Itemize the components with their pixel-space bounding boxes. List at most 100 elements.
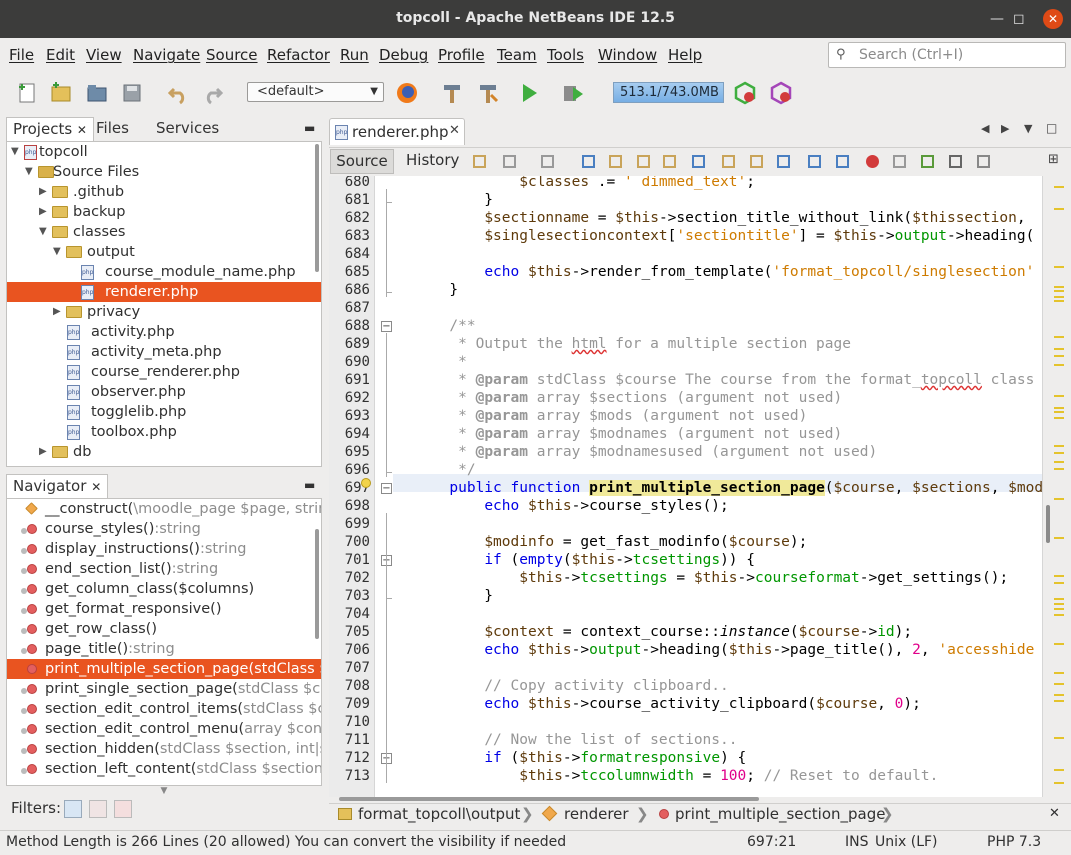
maximize-editor-icon[interactable]: □: [1046, 121, 1057, 135]
uncomment-icon[interactable]: [949, 155, 962, 168]
profile-settings-icon[interactable]: [769, 81, 793, 105]
maximize-button[interactable]: ◻: [1013, 11, 1025, 27]
stripe-marker[interactable]: [1054, 608, 1064, 610]
code-editor[interactable]: 680 681 682 683 684 685 686 687 688 689 690 691 692 6…: [329, 176, 1042, 797]
back-icon[interactable]: [503, 155, 516, 168]
new-file-icon[interactable]: [15, 81, 39, 105]
debug-icon[interactable]: [561, 81, 585, 105]
browser-icon[interactable]: [395, 81, 419, 105]
stripe-marker[interactable]: [1054, 614, 1064, 616]
menu-navigate[interactable]: Navigate: [133, 46, 200, 64]
navigator-resize-handle[interactable]: ▼: [6, 786, 322, 800]
tab-services[interactable]: Services: [156, 117, 219, 141]
collapsed-arrow-icon[interactable]: ▶: [39, 442, 47, 462]
fold-toggle-doc[interactable]: −: [381, 321, 392, 332]
line-endings[interactable]: Unix (LF): [875, 831, 938, 853]
tree-item[interactable]: ▼ php topcoll: [7, 142, 321, 162]
expanded-arrow-icon[interactable]: ▼: [53, 242, 61, 262]
menu-profile[interactable]: Profile: [438, 46, 485, 64]
error-stripe[interactable]: [1042, 176, 1071, 797]
forward-icon[interactable]: [541, 155, 554, 168]
menu-view[interactable]: View: [86, 46, 122, 64]
filter-nonpublic-toggle[interactable]: [114, 800, 132, 818]
caret-position[interactable]: 697:21: [747, 831, 796, 853]
stripe-marker[interactable]: [1054, 286, 1064, 288]
tab-projects[interactable]: Projects ✕: [6, 117, 94, 141]
stripe-marker[interactable]: [1054, 296, 1064, 298]
navigator-item[interactable]: print_multiple_section_page(stdClass $: [7, 659, 321, 679]
configuration-select[interactable]: <default> ▼: [247, 82, 384, 102]
tree-item[interactable]: ▶ .github: [7, 182, 321, 202]
save-all-icon[interactable]: [120, 81, 144, 105]
undo-icon[interactable]: [166, 81, 190, 105]
tree-item[interactable]: ▼ classes: [7, 222, 321, 242]
clean-build-icon[interactable]: [476, 81, 500, 105]
expanded-arrow-icon[interactable]: ▼: [25, 162, 33, 182]
stop-macro-icon[interactable]: [893, 155, 906, 168]
history-view-button[interactable]: History: [406, 149, 459, 172]
redo-icon[interactable]: [201, 81, 225, 105]
navigator-item[interactable]: get_format_responsive(): [7, 599, 321, 619]
stripe-marker[interactable]: [1054, 672, 1064, 674]
profile-icon[interactable]: [733, 81, 757, 105]
stripe-marker[interactable]: [1054, 336, 1064, 338]
previous-bookmark-icon[interactable]: [722, 155, 735, 168]
comment-icon[interactable]: [921, 155, 934, 168]
tree-item[interactable]: php course_module_name.php: [7, 262, 321, 282]
stripe-marker[interactable]: [1054, 683, 1064, 685]
close-icon[interactable]: ✕: [449, 123, 460, 138]
next-bookmark-icon[interactable]: [750, 155, 763, 168]
breadcrumb-namespace[interactable]: format_topcoll\output: [358, 804, 520, 824]
stripe-marker[interactable]: [1054, 300, 1064, 302]
stripe-marker[interactable]: [1054, 395, 1064, 397]
navigator-item[interactable]: display_instructions():string: [7, 539, 321, 559]
show-opened-documents-icon[interactable]: ▼: [1024, 122, 1032, 135]
menu-tools[interactable]: Tools: [547, 46, 584, 64]
menu-edit[interactable]: Edit: [46, 46, 75, 64]
stripe-marker[interactable]: [1054, 575, 1064, 577]
toggle-highlight-icon[interactable]: [692, 155, 705, 168]
navigator-item[interactable]: page_title():string: [7, 639, 321, 659]
stripe-marker[interactable]: [1054, 452, 1064, 454]
scroll-tabs-left-icon[interactable]: ◀: [981, 122, 989, 135]
stripe-marker[interactable]: [1054, 290, 1064, 292]
menu-run[interactable]: Run: [340, 46, 369, 64]
stripe-scroll-thumb[interactable]: [1046, 505, 1050, 543]
navigator-item[interactable]: get_column_class($columns): [7, 579, 321, 599]
stripe-marker[interactable]: [1054, 537, 1064, 539]
collapsed-arrow-icon[interactable]: ▶: [39, 202, 47, 222]
memory-indicator[interactable]: 513.1/743.0MB: [613, 82, 724, 103]
minimize-panel-icon[interactable]: ▬: [304, 117, 315, 141]
tree-item[interactable]: php observer.php: [7, 382, 321, 402]
navigator-item[interactable]: section_edit_control_items(stdClass $c: [7, 699, 321, 719]
stripe-marker[interactable]: [1054, 355, 1064, 357]
stripe-marker[interactable]: [1054, 582, 1064, 584]
filter-fields-toggle[interactable]: [64, 800, 82, 818]
run-icon[interactable]: [517, 81, 541, 105]
find-previous-icon[interactable]: [609, 155, 622, 168]
menu-source[interactable]: Source: [206, 46, 258, 64]
stripe-marker[interactable]: [1054, 598, 1064, 600]
stripe-marker[interactable]: [1054, 266, 1064, 268]
split-editor-icon[interactable]: ⊞: [1048, 152, 1059, 167]
stripe-marker[interactable]: [1054, 445, 1064, 447]
menu-debug[interactable]: Debug: [379, 46, 428, 64]
tab-navigator[interactable]: Navigator ✕: [6, 474, 109, 498]
fold-toggle-function[interactable]: −: [381, 483, 392, 494]
tree-item[interactable]: php activity_meta.php: [7, 342, 321, 362]
last-edit-icon[interactable]: [473, 155, 486, 168]
stripe-marker[interactable]: [1054, 643, 1064, 645]
minimize-button[interactable]: —: [990, 11, 1004, 27]
collapsed-arrow-icon[interactable]: ▶: [53, 302, 61, 322]
navigator-item[interactable]: section_edit_control_menu(array $con: [7, 719, 321, 739]
minimize-panel-icon[interactable]: ▬: [304, 474, 315, 498]
tree-item[interactable]: ▼ output: [7, 242, 321, 262]
shift-right-icon[interactable]: [836, 155, 849, 168]
close-icon[interactable]: ✕: [91, 480, 101, 494]
navigator-item[interactable]: section_left_content(stdClass $section: [7, 759, 321, 779]
expanded-arrow-icon[interactable]: ▼: [39, 222, 47, 242]
tree-item[interactable]: ▶ db: [7, 442, 321, 462]
tree-item[interactable]: php renderer.php: [7, 282, 321, 302]
stripe-marker[interactable]: [1054, 694, 1064, 696]
scrollbar-thumb[interactable]: [339, 797, 759, 801]
